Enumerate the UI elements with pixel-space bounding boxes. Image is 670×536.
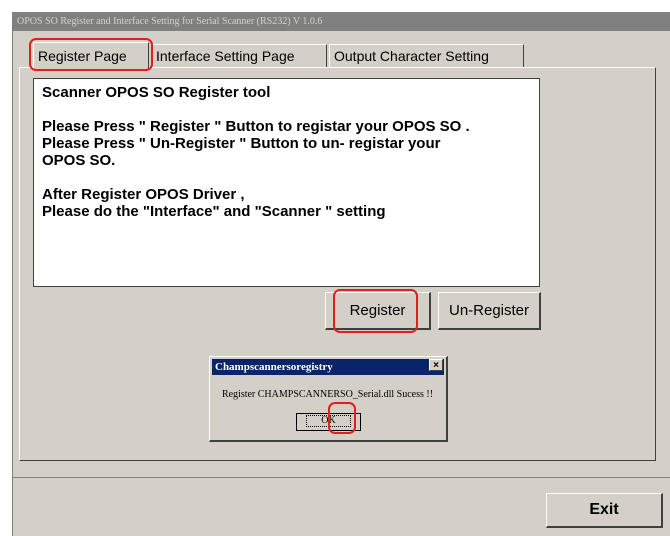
divider (12, 477, 670, 478)
tab-label: Register Page (38, 48, 127, 64)
info-line: Please Press " Register " Button to regi… (42, 118, 470, 135)
info-line: Please Press " Un-Register " Button to u… (42, 135, 441, 152)
register-button[interactable]: Register (325, 292, 431, 330)
exit-button[interactable]: Exit (546, 493, 663, 528)
dialog-title: Champscannersoregistry (212, 359, 444, 375)
window-title: OPOS SO Register and Interface Setting f… (13, 12, 670, 31)
tab-label: Output Character Setting (334, 48, 489, 64)
tab-label: Interface Setting Page (156, 48, 295, 64)
tab-interface-setting-page[interactable]: Interface Setting Page (151, 44, 327, 68)
registry-dialog: Champscannersoregistry × Register CHAMPS… (209, 356, 448, 442)
close-icon[interactable]: × (429, 359, 443, 371)
dialog-message: Register CHAMPSCANNERSO_Serial.dll Suces… (221, 389, 434, 400)
tab-output-character-setting[interactable]: Output Character Setting (329, 44, 524, 68)
unregister-button[interactable]: Un-Register (438, 292, 541, 330)
info-line: After Register OPOS Driver , (42, 186, 245, 203)
tab-register-page[interactable]: Register Page (33, 42, 149, 70)
ok-label: OK (306, 415, 351, 427)
info-line: Please do the "Interface" and "Scanner "… (42, 203, 386, 220)
ok-button[interactable]: OK (296, 413, 361, 431)
info-line: OPOS SO. (42, 152, 116, 169)
info-line: Scanner OPOS SO Register tool (42, 84, 271, 101)
info-textbox: Scanner OPOS SO Register tool Please Pre… (33, 78, 540, 287)
